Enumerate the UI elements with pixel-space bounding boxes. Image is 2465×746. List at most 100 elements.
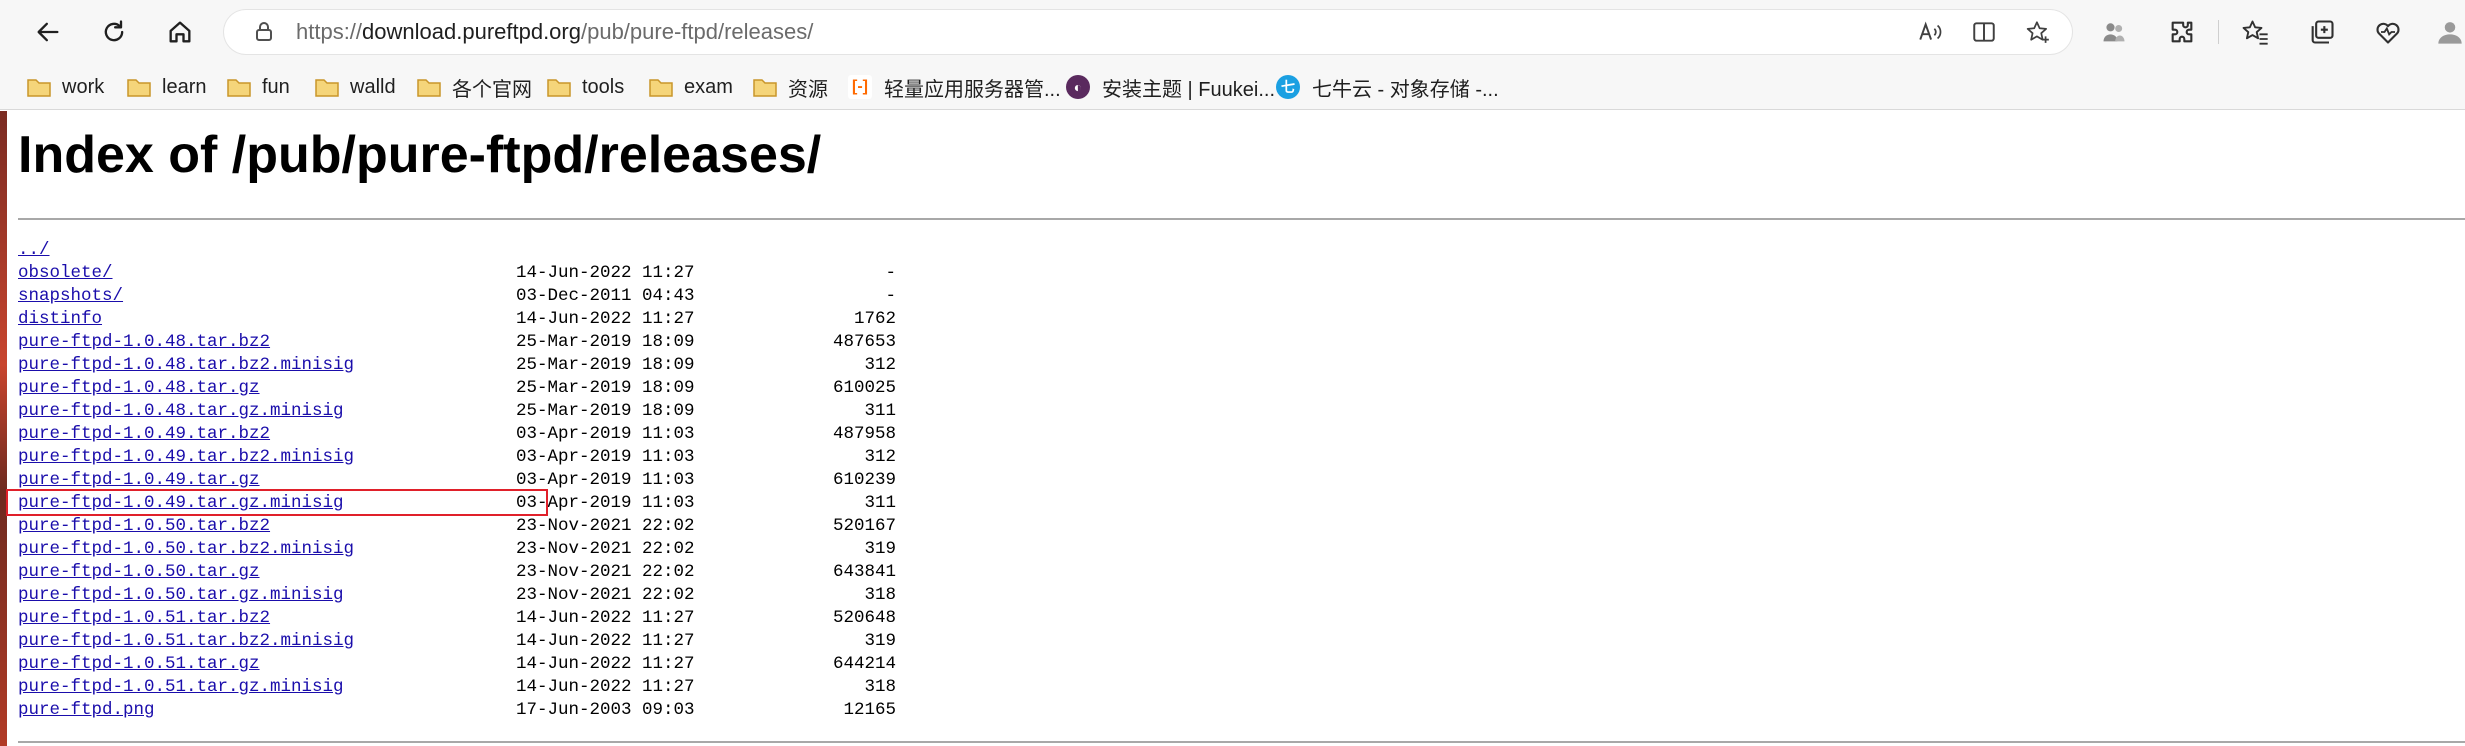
bookmark-label: 安装主题 | Fuukei... (1102, 78, 1276, 101)
extensions-button[interactable] (2166, 16, 2198, 48)
folder-icon (649, 79, 673, 97)
bookmark-folder-work[interactable]: work (26, 72, 104, 102)
lock-icon[interactable] (252, 20, 276, 44)
file-date: 23-Nov-2021 22:02 (516, 516, 695, 536)
file-date: 25-Mar-2019 18:09 (516, 355, 695, 375)
file-date: 14-Jun-2022 11:27 (516, 677, 695, 697)
bookmark-folder-walld[interactable]: walld (314, 72, 396, 102)
file-size: 319 (864, 539, 896, 559)
file-size: 644214 (832, 654, 896, 674)
collections-button[interactable] (2306, 16, 2338, 48)
file-date: 03-Apr-2019 11:03 (516, 447, 695, 467)
file-size: 12165 (843, 700, 896, 720)
file-link[interactable]: pure-ftpd-1.0.51.tar.gz (18, 653, 260, 676)
url-path: /pub/pure-ftpd/releases/ (580, 19, 814, 44)
file-size: 487653 (832, 332, 896, 352)
file-link[interactable]: pure-ftpd-1.0.51.tar.bz2.minisig (18, 630, 354, 653)
address-bar[interactable]: https://download.pureftpd.org/pub/pure-f… (224, 10, 2072, 54)
file-link[interactable]: ../ (18, 239, 50, 262)
file-link[interactable]: pure-ftpd-1.0.49.tar.gz (18, 469, 260, 492)
file-date: 14-Jun-2022 11:27 (516, 309, 695, 329)
bookmark-qiniu[interactable]: 七 七牛云 - 对象存储 -... (1276, 72, 1499, 102)
file-date: 03-Apr-2019 11:03 (516, 493, 695, 513)
file-link[interactable]: pure-ftpd-1.0.50.tar.bz2 (18, 515, 270, 538)
file-date: 23-Nov-2021 22:02 (516, 585, 695, 605)
file-size: 311 (864, 493, 896, 513)
bookmark-label: 各个官网 (452, 78, 532, 101)
folder-icon (315, 79, 339, 97)
puzzle-icon (2171, 21, 2193, 43)
file-size: - (885, 286, 896, 306)
file-link[interactable]: pure-ftpd-1.0.50.tar.gz (18, 561, 260, 584)
split-screen-button[interactable] (1970, 18, 1998, 46)
bookmark-label: tools (582, 75, 625, 98)
page-content: Index of /pub/pure-ftpd/releases/ ../obs… (0, 111, 2465, 746)
url-text[interactable]: https://download.pureftpd.org/pub/pure-f… (296, 20, 813, 44)
file-date: 23-Nov-2021 22:02 (516, 539, 695, 559)
file-link[interactable]: pure-ftpd-1.0.50.tar.bz2.minisig (18, 538, 354, 561)
add-favorite-button[interactable] (2024, 18, 2052, 46)
file-link-highlighted[interactable]: pure-ftpd-1.0.48.tar.gz (18, 377, 260, 400)
browser-toolbar: https://download.pureftpd.org/pub/pure-f… (0, 0, 2465, 64)
file-size: 319 (864, 631, 896, 651)
file-size: 610025 (832, 378, 896, 398)
bookmark-folder-fun[interactable]: fun (226, 72, 290, 102)
file-date: 03-Apr-2019 11:03 (516, 424, 695, 444)
split-screen-icon (1973, 22, 1995, 42)
file-size: 312 (864, 355, 896, 375)
favorites-icon (2242, 20, 2268, 45)
file-link[interactable]: pure-ftpd-1.0.51.tar.gz.minisig (18, 676, 344, 699)
folder-icon (753, 79, 777, 97)
bookmark-folder-exam[interactable]: exam (648, 72, 733, 102)
divider-top (18, 218, 2465, 220)
file-link[interactable]: pure-ftpd-1.0.49.tar.gz.minisig (18, 492, 344, 515)
bookmark-folder-official-sites[interactable]: 各个官网 (416, 72, 532, 102)
file-link[interactable]: snapshots/ (18, 285, 123, 308)
bookmark-folder-tools[interactable]: tools (546, 72, 624, 102)
file-link[interactable]: pure-ftpd-1.0.51.tar.bz2 (18, 607, 270, 630)
file-link[interactable]: pure-ftpd-1.0.49.tar.bz2.minisig (18, 446, 354, 469)
aliyun-icon: [-] (848, 75, 872, 99)
folder-icon (127, 79, 151, 97)
refresh-button[interactable] (94, 12, 134, 52)
bookmark-folder-learn[interactable]: learn (126, 72, 206, 102)
file-link[interactable]: pure-ftpd-1.0.49.tar.bz2 (18, 423, 270, 446)
file-link[interactable]: pure-ftpd-1.0.48.tar.gz.minisig (18, 400, 344, 423)
file-size: 318 (864, 677, 896, 697)
browser-essentials-button[interactable] (2372, 16, 2404, 48)
folder-icon (227, 79, 251, 97)
url-host: download.pureftpd.org (362, 19, 581, 44)
bookmark-lightweight-server[interactable]: [-] 轻量应用服务器管... (848, 72, 1061, 102)
home-icon (169, 21, 191, 43)
file-size: 487958 (832, 424, 896, 444)
bookmark-label: learn (162, 75, 207, 98)
file-size: 520648 (832, 608, 896, 628)
file-date: 14-Jun-2022 11:27 (516, 654, 695, 674)
file-date: 25-Mar-2019 18:09 (516, 378, 695, 398)
file-size: 312 (864, 447, 896, 467)
profile-switch-button[interactable] (2098, 16, 2130, 48)
bookmark-install-theme[interactable]: ◐ 安装主题 | Fuukei... (1066, 72, 1275, 102)
refresh-icon (104, 20, 124, 42)
file-link[interactable]: obsolete/ (18, 262, 113, 285)
file-link[interactable]: pure-ftpd-1.0.48.tar.bz2 (18, 331, 270, 354)
file-link[interactable]: distinfo (18, 308, 102, 331)
home-button[interactable] (160, 12, 200, 52)
bookmark-label: work (62, 75, 105, 98)
folder-icon (27, 79, 51, 97)
file-date: 23-Nov-2021 22:02 (516, 562, 695, 582)
folder-icon (417, 79, 441, 97)
profile-button[interactable] (2434, 16, 2465, 48)
qiniu-icon: 七 (1276, 75, 1300, 99)
file-size: 311 (864, 401, 896, 421)
file-link[interactable]: pure-ftpd-1.0.50.tar.gz.minisig (18, 584, 344, 607)
file-link[interactable]: pure-ftpd-1.0.48.tar.bz2.minisig (18, 354, 354, 377)
read-aloud-button[interactable] (1916, 18, 1944, 46)
file-link[interactable]: pure-ftpd.png (18, 699, 155, 722)
collections-icon (2311, 20, 2334, 44)
bookmark-label: walld (350, 75, 396, 98)
bookmark-folder-resources[interactable]: 资源 (752, 72, 828, 102)
favorites-button[interactable] (2240, 16, 2272, 48)
people-icon (2103, 23, 2125, 42)
back-button[interactable] (28, 12, 68, 52)
